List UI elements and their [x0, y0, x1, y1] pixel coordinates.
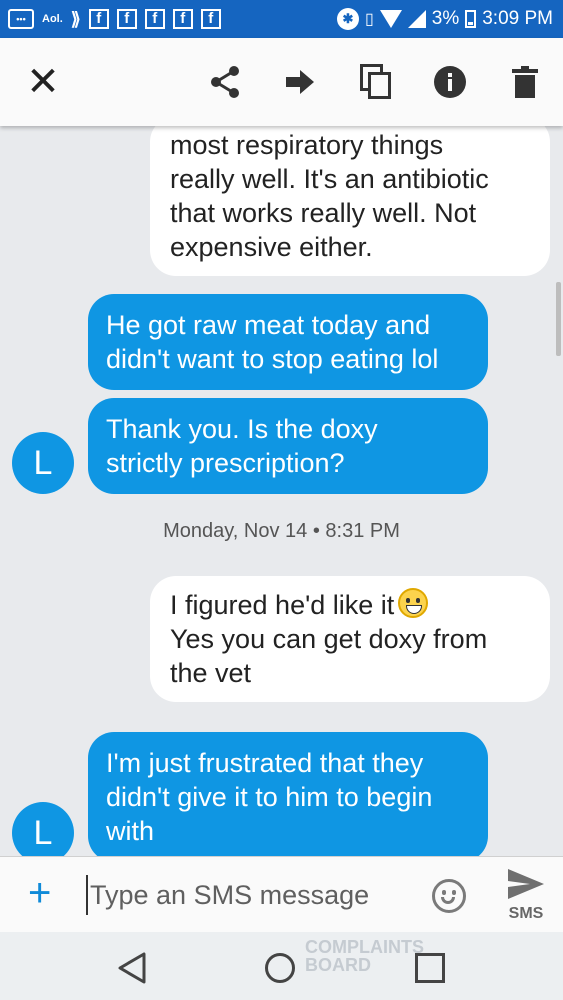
notification-icons: ••• Aol. ⟫ f f f f f [8, 9, 221, 30]
facebook-icon: f [172, 9, 193, 29]
home-button[interactable] [258, 946, 302, 990]
compose-bar: + SMS [0, 856, 563, 932]
signal-icon [407, 10, 426, 28]
back-button[interactable] [110, 946, 154, 990]
wifi-icon [379, 10, 402, 28]
grinning-emoji-icon [398, 588, 429, 618]
aol-icon: Aol. [42, 13, 63, 25]
facebook-icon: f [144, 9, 165, 29]
emoji-button[interactable] [432, 879, 466, 913]
send-sms-button[interactable]: SMS [500, 865, 552, 927]
info-icon [434, 66, 466, 98]
share-button[interactable] [203, 60, 247, 104]
send-label: SMS [508, 905, 544, 922]
date-separator: Monday, Nov 14 • 8:31 PM [163, 520, 400, 542]
clock: 3:09 PM [482, 8, 553, 29]
contact-avatar[interactable]: L [12, 802, 74, 856]
contact-avatar[interactable]: L [12, 432, 74, 494]
message-text: with [106, 816, 155, 846]
delete-button[interactable] [503, 60, 547, 104]
delete-icon [512, 66, 538, 98]
close-button[interactable]: ✕ [21, 60, 65, 104]
outgoing-message-bubble[interactable]: He got raw meat today and didn't want to… [88, 294, 488, 390]
copy-button[interactable] [354, 60, 398, 104]
close-icon: ✕ [26, 60, 60, 104]
facebook-icon: f [116, 9, 137, 29]
incoming-message-bubble[interactable]: most respiratory things really well. It'… [150, 126, 550, 276]
forward-button[interactable] [278, 60, 322, 104]
home-circle-icon [265, 953, 295, 983]
forward-icon [286, 70, 314, 94]
plus-icon: + [28, 871, 52, 915]
outgoing-message-bubble[interactable]: Thank you. Is the doxy strictly prescrip… [88, 398, 488, 494]
sprint-icon: ⟫ [70, 8, 81, 29]
message-text: I'm just frustrated that they [106, 748, 424, 778]
messages-icon: ••• [8, 9, 34, 29]
add-attachment-button[interactable]: + [28, 871, 51, 915]
incoming-message-bubble[interactable]: I figured he'd like it Yes you can get d… [150, 576, 550, 702]
outgoing-message-bubble[interactable]: I'm just frustrated that they didn't giv… [88, 732, 488, 856]
facebook-icon: f [200, 9, 221, 29]
message-text: really well. It's an antibiotic [170, 164, 489, 194]
message-text: strictly prescription? [106, 448, 345, 478]
message-text: Thank you. Is the doxy [106, 414, 378, 444]
share-icon [211, 66, 239, 98]
message-text: didn't give it to him to begin [106, 782, 433, 812]
copy-icon [360, 64, 391, 99]
message-text: the vet [170, 658, 252, 688]
watermark: COMPLAINTS BOARD [305, 937, 424, 975]
vibrate-icon: ▯ [364, 11, 374, 28]
battery-percent: 3% [431, 8, 460, 29]
message-text: didn't want to stop eating lol [106, 344, 439, 374]
battery-icon [465, 10, 477, 28]
conversation-view[interactable]: most respiratory things really well. It'… [0, 126, 563, 856]
back-triangle-icon [118, 952, 146, 984]
message-text: He got raw meat today and [106, 310, 431, 340]
scrollbar[interactable] [556, 282, 561, 356]
message-input[interactable] [86, 875, 420, 915]
message-text: Yes you can get doxy from [170, 624, 488, 654]
send-icon [508, 869, 544, 899]
message-action-toolbar: ✕ [0, 38, 563, 126]
facebook-icon: f [88, 9, 109, 29]
bluetooth-icon: ✱ [336, 8, 359, 30]
message-text: expensive either. [170, 232, 373, 262]
message-text: most respiratory things [170, 130, 444, 160]
status-bar: ••• Aol. ⟫ f f f f f ✱ ▯ 3% 3:09 PM [0, 0, 563, 38]
message-text: that works really well. Not [170, 198, 477, 228]
system-icons: ✱ ▯ 3% 3:09 PM [336, 8, 553, 30]
navigation-bar [0, 932, 563, 1000]
info-button[interactable] [428, 60, 472, 104]
message-text: I figured he'd like it [170, 590, 395, 620]
